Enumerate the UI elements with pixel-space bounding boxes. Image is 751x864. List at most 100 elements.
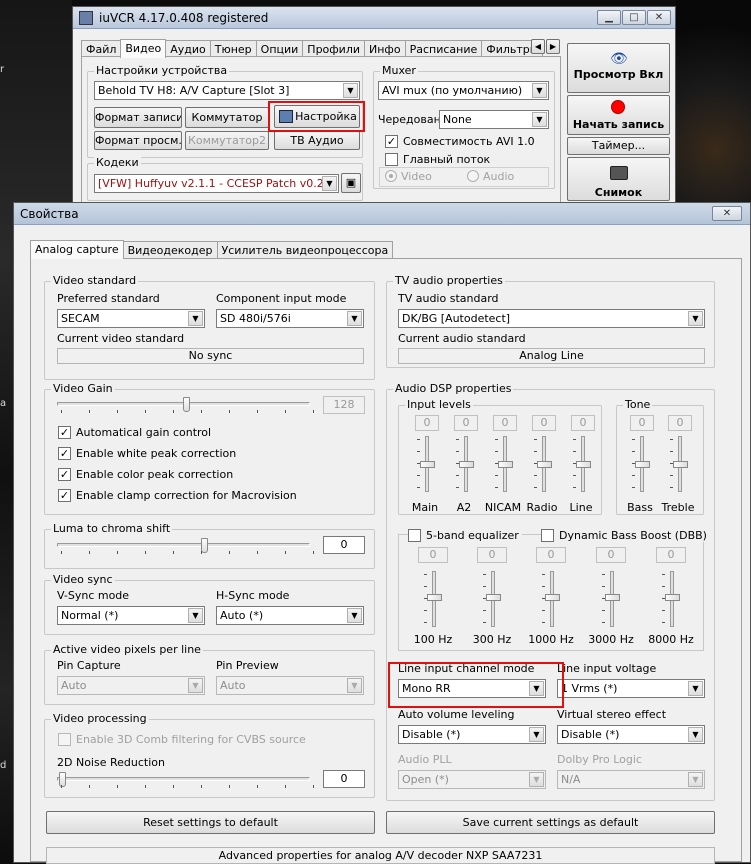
slider-tick	[285, 410, 286, 413]
pin-capture-select[interactable]: Auto ▼	[57, 676, 205, 695]
level-slider-nicam[interactable]	[498, 461, 513, 468]
luma-chroma-slider[interactable]	[201, 538, 208, 553]
eq-label: 1000 Hz	[528, 633, 574, 646]
comb-filter-checkbox[interactable]: Enable 3D Comb filtering for CVBS source	[58, 733, 306, 746]
eq-tick	[662, 610, 665, 611]
eq-value[interactable]: 0	[477, 547, 507, 563]
device-select[interactable]: Behold TV H8: A/V Capture [Slot 3] ▼	[94, 81, 360, 100]
dolby-select[interactable]: N/A ▼	[557, 770, 705, 789]
desktop-edge-text: d	[0, 760, 7, 771]
tone-slider-bass[interactable]	[635, 461, 650, 468]
level-value-main[interactable]: 0	[415, 415, 439, 431]
v-sync-select[interactable]: Normal (*) ▼	[57, 606, 205, 625]
level-slider-radio[interactable]	[537, 461, 552, 468]
level-value-nicam[interactable]: 0	[493, 415, 517, 431]
tone-tick	[670, 487, 673, 488]
eq-slider[interactable]	[605, 594, 620, 601]
eq-tick	[483, 574, 486, 575]
tab-schedule[interactable]: Расписание	[404, 40, 483, 57]
tv-audio-standard-select[interactable]: DK/BG [Autodetect] ▼	[398, 309, 705, 328]
level-value-a2[interactable]: 0	[454, 415, 478, 431]
eq-slider[interactable]	[486, 594, 501, 601]
preferred-standard-select[interactable]: SECAM ▼	[57, 309, 205, 328]
current-audio-standard-value: Analog Line	[398, 348, 705, 364]
white-peak-checkbox[interactable]: ✓ Enable white peak correction	[58, 447, 236, 460]
tab-options[interactable]: Опции	[255, 40, 304, 57]
reset-defaults-button[interactable]: Reset settings to default	[46, 811, 375, 834]
component-input-select[interactable]: SD 480i/576i ▼	[216, 309, 364, 328]
virtual-stereo-select[interactable]: Disable (*) ▼	[557, 725, 705, 744]
interleave-select[interactable]: None ▼	[439, 110, 549, 129]
dialog-close-button[interactable]: ✕	[712, 206, 742, 221]
eq-value[interactable]: 0	[596, 547, 626, 563]
switch2-button[interactable]: Коммутатор2	[185, 131, 269, 150]
level-value-radio[interactable]: 0	[532, 415, 556, 431]
auto-gain-checkbox[interactable]: ✓ Automatical gain control	[58, 426, 211, 439]
clamp-checkbox[interactable]: ✓ Enable clamp correction for Macrovision	[58, 489, 297, 502]
tab-audio[interactable]: Аудио	[165, 40, 211, 57]
tab-info[interactable]: Инфо	[364, 40, 406, 57]
tone-value-bass[interactable]: 0	[630, 415, 654, 431]
timer-button[interactable]: Таймер...	[567, 137, 670, 155]
slider-tick	[229, 785, 230, 788]
level-slider-line[interactable]	[576, 461, 591, 468]
level-value-line[interactable]: 0	[571, 415, 595, 431]
video-gain-slider[interactable]	[183, 397, 190, 412]
format-record-button[interactable]: Формат записи	[94, 107, 182, 128]
checkbox-icon	[385, 153, 398, 166]
codec-config-button[interactable]: ▣	[341, 173, 361, 193]
avl-select[interactable]: Disable (*) ▼	[398, 725, 546, 744]
level-slider-main[interactable]	[420, 461, 435, 468]
eq-label: 300 Hz	[472, 633, 512, 646]
eq-slider[interactable]	[545, 594, 560, 601]
tv-audio-button[interactable]: ТВ Аудио	[274, 131, 360, 150]
color-peak-checkbox[interactable]: ✓ Enable color peak correction	[58, 468, 233, 481]
slider-tick	[145, 410, 146, 413]
format-view-button[interactable]: Формат просм.	[94, 131, 182, 150]
tab-video[interactable]: Видео	[120, 39, 167, 58]
line-voltage-select[interactable]: 1 Vrms (*) ▼	[557, 679, 705, 698]
tab-file[interactable]: Файл	[81, 40, 122, 57]
tab-tuner[interactable]: Тюнер	[209, 40, 257, 57]
tab-video-amplifier[interactable]: Усилитель видеопроцессора	[216, 241, 394, 258]
tone-value-treble[interactable]: 0	[668, 415, 692, 431]
dbb-checkbox[interactable]: Dynamic Bass Boost (DBB)	[541, 529, 710, 542]
eq-value[interactable]: 0	[418, 547, 448, 563]
tabs-scroll-right-button[interactable]: ▶	[546, 39, 560, 54]
pin-preview-select[interactable]: Auto ▼	[216, 676, 364, 695]
close-button[interactable]: ✕	[647, 10, 671, 25]
level-slider-a2[interactable]	[459, 461, 474, 468]
tone-tick	[632, 487, 635, 488]
switch-button[interactable]: Коммутатор	[185, 107, 269, 128]
luma-chroma-value[interactable]: 0	[323, 536, 365, 554]
eq-slider[interactable]	[665, 594, 680, 601]
video-radio[interactable]: Video	[385, 170, 432, 183]
main-stream-checkbox[interactable]: Главный поток	[385, 153, 490, 166]
eq-value[interactable]: 0	[656, 547, 686, 563]
tab-video-decoder[interactable]: Видеодекодер	[122, 241, 218, 258]
noise-reduction-value[interactable]: 0	[323, 770, 365, 788]
maximize-button[interactable]: □	[622, 10, 646, 25]
save-defaults-button[interactable]: Save current settings as default	[386, 811, 715, 834]
minimize-button[interactable]: ▁	[597, 10, 621, 25]
level-tick	[573, 475, 576, 476]
muxer-select[interactable]: AVI mux (по умолчанию) ▼	[378, 81, 549, 100]
audio-radio[interactable]: Audio	[467, 170, 514, 183]
device-settings-label: Настройки устройства	[94, 64, 230, 77]
properties-dialog: Свойства ✕ Analog capture Видеодекодер У…	[13, 202, 751, 864]
codec-select[interactable]: [VFW] Huffyuv v2.1.1 - CCESP Patch v0.2.…	[94, 174, 339, 193]
video-gain-value[interactable]: 128	[323, 396, 365, 414]
eq-slider[interactable]	[427, 594, 442, 601]
avi-compat-checkbox[interactable]: ✓ Совместимость AVI 1.0	[385, 135, 535, 148]
audio-pll-select[interactable]: Open (*) ▼	[398, 770, 546, 789]
tab-analog-capture[interactable]: Analog capture	[30, 240, 124, 259]
tab-profiles[interactable]: Профили	[302, 40, 366, 57]
eq-value[interactable]: 0	[536, 547, 566, 563]
tone-slider-treble[interactable]	[673, 461, 688, 468]
h-sync-select[interactable]: Auto (*) ▼	[216, 606, 364, 625]
preview-button[interactable]: 👁 Просмотр Вкл	[567, 43, 670, 93]
snapshot-button[interactable]: Снимок	[567, 157, 670, 201]
record-button[interactable]: Начать запись	[567, 95, 670, 135]
equalizer-checkbox[interactable]: 5-band equalizer	[408, 529, 522, 542]
tabs-scroll-left-button[interactable]: ◀	[531, 39, 545, 54]
